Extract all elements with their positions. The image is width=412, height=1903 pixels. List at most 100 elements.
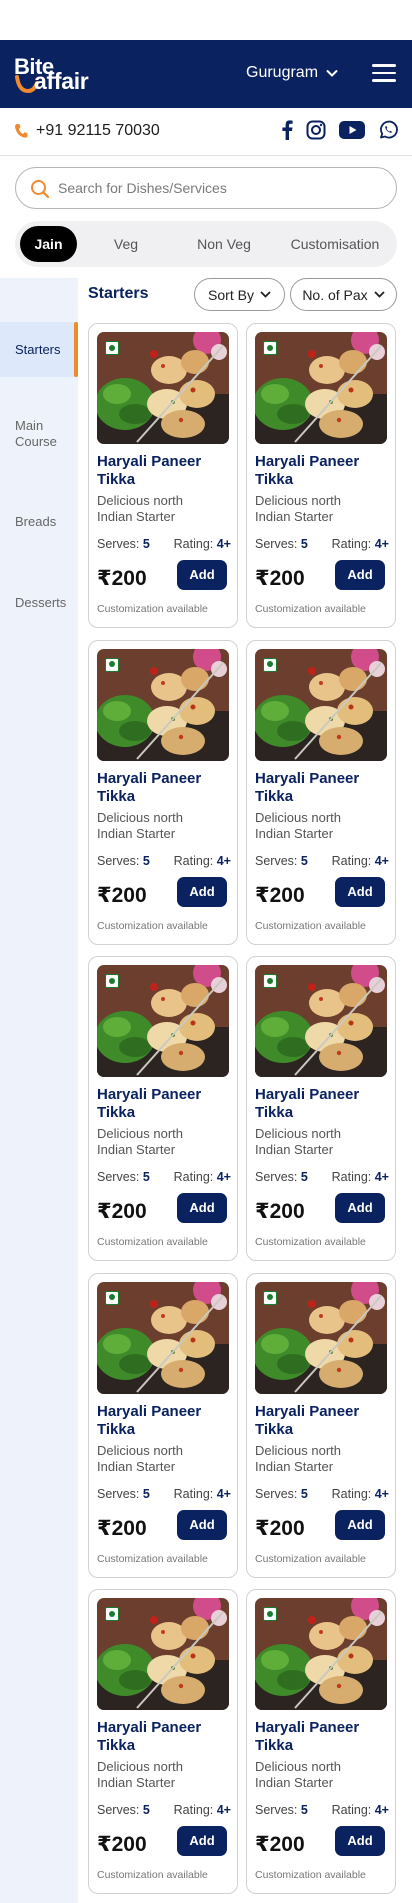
tab-customisation[interactable]: Customisation	[278, 226, 392, 262]
product-image[interactable]	[97, 1598, 229, 1710]
rating-label: Rating:	[331, 1170, 372, 1184]
rating-value: 4+	[216, 1803, 231, 1817]
rating-info: Rating: 4+	[174, 1170, 231, 1184]
rating-value: 4+	[374, 1170, 389, 1184]
customization-note: Customization available	[255, 1552, 366, 1565]
sidebar-item-breads[interactable]: Breads	[0, 514, 78, 530]
product-name: Haryali Paneer Tikka	[97, 769, 202, 805]
serves-info: Serves: 5	[97, 537, 150, 551]
product-image[interactable]	[255, 965, 387, 1077]
tab-jain[interactable]: Jain	[20, 226, 77, 262]
social-links	[281, 120, 398, 145]
phone-icon	[15, 124, 28, 138]
veg-indicator-icon	[105, 974, 119, 988]
add-button[interactable]: Add	[335, 876, 385, 907]
rating-label: Rating:	[173, 853, 214, 868]
add-button[interactable]: Add	[335, 1193, 385, 1223]
tab-non-veg[interactable]: Non Veg	[178, 226, 270, 262]
customization-note: Customization available	[255, 1236, 366, 1248]
product-card[interactable]: Haryali Paneer Tikka Delicious north Ind…	[246, 639, 396, 945]
serves-label: Serves:	[97, 1486, 140, 1501]
serves-label: Serves:	[97, 1170, 140, 1184]
serves-value: 5	[142, 1803, 150, 1817]
product-name: Haryali Paneer Tikka	[255, 1719, 360, 1754]
customization-note: Customization available	[97, 603, 208, 615]
product-card[interactable]: Haryali Paneer Tikka Delicious north Ind…	[246, 323, 396, 628]
product-image[interactable]	[97, 332, 229, 444]
product-name: Haryali Paneer Tikka	[255, 1086, 360, 1121]
add-button[interactable]: Add	[335, 1509, 385, 1540]
product-image[interactable]	[255, 648, 387, 761]
city-selector[interactable]: Gurugram	[246, 64, 338, 82]
product-image[interactable]	[255, 1281, 387, 1394]
pax-filter-label: No. of Pax	[302, 286, 368, 303]
rating-value: 4+	[216, 537, 231, 551]
product-name: Haryali Paneer Tikka	[255, 453, 360, 488]
add-button[interactable]: Add	[177, 560, 227, 590]
rating-info: Rating: 4+	[332, 1803, 389, 1817]
product-name: Haryali Paneer Tikka	[255, 769, 360, 805]
product-description: Delicious north Indian Starter	[97, 493, 183, 524]
tab-veg[interactable]: Veg	[91, 226, 161, 262]
serves-info: Serves: 5	[255, 537, 308, 551]
product-image[interactable]	[255, 1598, 387, 1710]
product-card[interactable]: Haryali Paneer Tikka Delicious north Ind…	[246, 1272, 396, 1578]
add-button[interactable]: Add	[177, 1826, 227, 1856]
sidebar-item-main-course[interactable]: Main Course	[0, 418, 62, 450]
add-button[interactable]: Add	[177, 876, 227, 907]
serves-info: Serves: 5	[255, 1170, 308, 1184]
sort-by-button[interactable]: Sort By	[194, 278, 285, 311]
product-card[interactable]: Haryali Paneer Tikka Delicious north Ind…	[88, 323, 238, 628]
product-card[interactable]: Haryali Paneer Tikka Delicious north Ind…	[88, 1272, 238, 1578]
serves-info: Serves: 5	[97, 1487, 150, 1501]
hamburger-menu-icon[interactable]	[372, 64, 396, 84]
product-description: Delicious north Indian Starter	[255, 1759, 341, 1790]
search-bar[interactable]	[15, 167, 397, 209]
instagram-icon[interactable]	[306, 120, 326, 145]
add-button[interactable]: Add	[335, 1826, 385, 1856]
add-button[interactable]: Add	[177, 1509, 227, 1540]
product-card[interactable]: Haryali Paneer Tikka Delicious north Ind…	[246, 956, 396, 1261]
product-price: ₹200	[97, 567, 147, 590]
serves-info: Serves: 5	[97, 1803, 150, 1817]
add-button[interactable]: Add	[177, 1193, 227, 1223]
youtube-icon[interactable]	[339, 121, 365, 144]
sidebar-item-starters[interactable]: Starters	[0, 322, 78, 377]
city-label: Gurugram	[246, 64, 319, 81]
product-card[interactable]: Haryali Paneer Tikka Delicious north Ind…	[88, 956, 238, 1261]
search-icon	[31, 180, 50, 199]
chevron-down-icon	[326, 69, 338, 77]
serves-label: Serves:	[255, 1170, 298, 1184]
product-card[interactable]: Haryali Paneer Tikka Delicious north Ind…	[88, 1589, 238, 1894]
brand-logo[interactable]: Bite affair	[14, 54, 110, 94]
rating-label: Rating:	[331, 853, 372, 868]
rating-info: Rating: 4+	[332, 537, 389, 551]
chevron-down-icon	[260, 291, 271, 298]
search-input[interactable]	[58, 168, 388, 208]
whatsapp-icon[interactable]	[378, 120, 398, 145]
product-card[interactable]: Haryali Paneer Tikka Delicious north Ind…	[88, 639, 238, 945]
veg-indicator-icon	[105, 341, 119, 355]
product-price: ₹200	[97, 1516, 147, 1540]
product-card[interactable]: Haryali Paneer Tikka Delicious north Ind…	[246, 1589, 396, 1894]
product-description: Delicious north Indian Starter	[255, 493, 341, 524]
product-image[interactable]	[97, 1281, 229, 1394]
facebook-icon[interactable]	[281, 120, 293, 145]
product-image[interactable]	[97, 648, 229, 761]
product-image[interactable]	[255, 332, 387, 444]
product-description: Delicious north Indian Starter	[255, 809, 341, 841]
serves-value: 5	[142, 1170, 150, 1184]
product-price: ₹200	[255, 1516, 305, 1540]
pax-filter-button[interactable]: No. of Pax	[290, 278, 397, 311]
serves-value: 5	[300, 853, 308, 868]
sidebar-item-desserts[interactable]: Desserts	[0, 595, 78, 611]
product-price: ₹200	[97, 1200, 147, 1223]
product-image[interactable]	[97, 965, 229, 1077]
serves-label: Serves:	[97, 1803, 140, 1817]
add-button[interactable]: Add	[335, 560, 385, 590]
serves-info: Serves: 5	[97, 1170, 150, 1184]
phone-link[interactable]: +91 92115 70030	[14, 122, 160, 140]
serves-label: Serves:	[97, 537, 140, 551]
rating-info: Rating: 4+	[174, 537, 231, 551]
product-description: Delicious north Indian Starter	[255, 1126, 341, 1157]
